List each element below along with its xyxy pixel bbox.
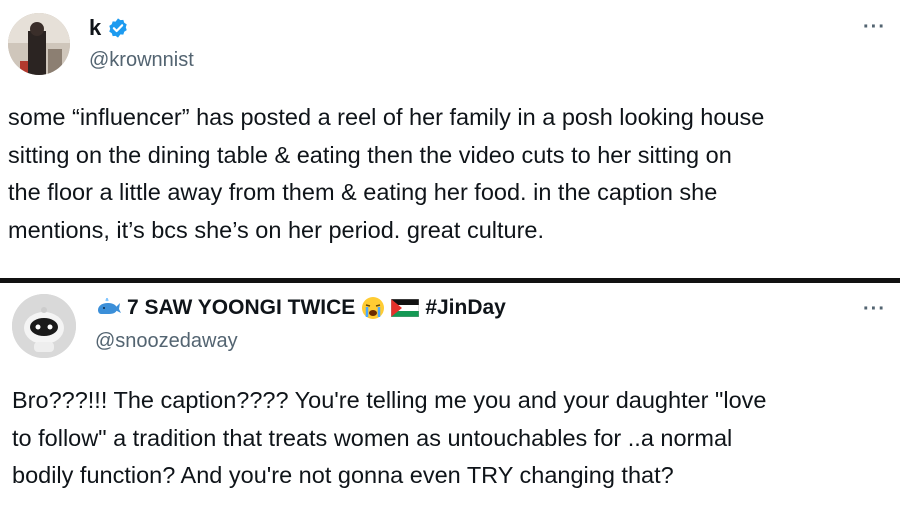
tweet-text-line: Bro???!!! The caption???? You're telling… (12, 387, 767, 413)
crying-face-emoji-icon (362, 297, 385, 319)
tweet-text-line: bodily function? And you're not gonna ev… (12, 462, 674, 488)
display-name-text: 7 SAW YOONGI TWICE (127, 296, 356, 319)
tweet-text-line: mentions, it’s bcs she’s on her period. … (8, 216, 545, 243)
avatar-robot-photo (12, 294, 76, 358)
tweet-text-line: the floor a little away from them & eati… (8, 179, 718, 205)
more-options-icon[interactable]: ··· (863, 298, 886, 321)
display-name[interactable]: 7 SAW YOONGI TWICE #JinDay (95, 296, 506, 320)
verified-badge-icon (109, 18, 127, 38)
display-name[interactable]: k (89, 15, 129, 41)
tweet-text: some “influencer” has posted a reel of h… (8, 99, 898, 249)
hashtag-text[interactable]: #JinDay (425, 296, 506, 320)
tweet-text-line: some “influencer” has posted a reel of h… (8, 104, 765, 130)
tweet-card-1: k @krownnist ··· some “influencer” has p… (0, 0, 900, 278)
user-handle[interactable]: @snoozedaway (95, 330, 238, 353)
more-options-icon[interactable]: ··· (863, 16, 886, 39)
user-handle[interactable]: @krownnist (89, 49, 194, 72)
avatar[interactable] (12, 294, 76, 358)
tweet-text-line: sitting on the dining table & eating the… (8, 141, 732, 168)
display-name-text: k (89, 15, 102, 40)
palestine-flag-icon (391, 299, 420, 317)
tweet-text: Bro???!!! The caption???? You're telling… (12, 382, 892, 495)
avatar[interactable] (8, 13, 70, 75)
tweet-text-line: to follow" a tradition that treats women… (12, 424, 733, 451)
avatar-photo (8, 13, 70, 75)
whale-emoji-icon (98, 298, 121, 314)
